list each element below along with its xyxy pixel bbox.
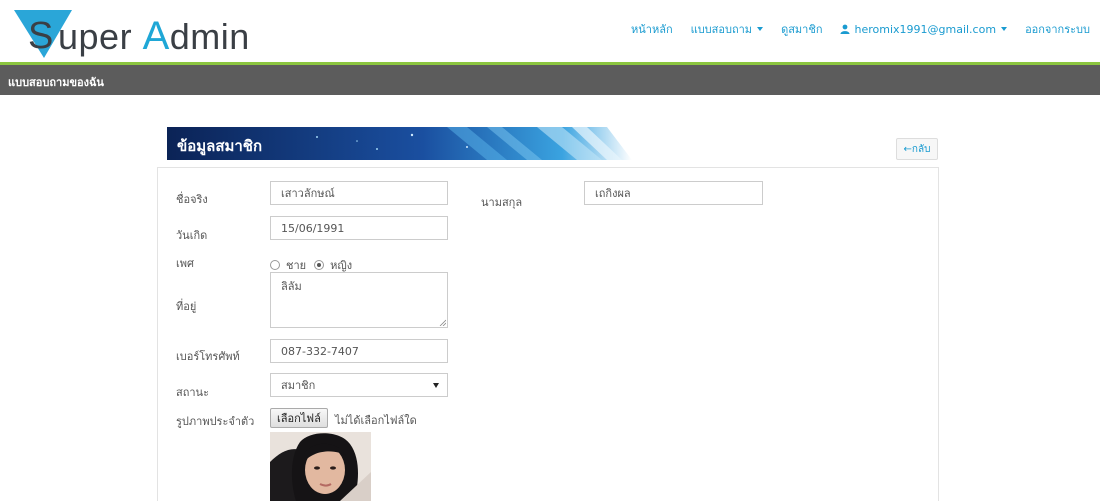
- nav-user-dropdown[interactable]: heromix1991@gmail.com: [840, 22, 1008, 36]
- birthday-label: วันเกิด: [176, 229, 208, 242]
- first-name-label: ชื่อจริง: [176, 193, 208, 206]
- gender-male-radio[interactable]: [270, 260, 280, 270]
- user-icon: [840, 24, 850, 34]
- logo[interactable]: S uper Admin: [14, 8, 249, 60]
- nav-home[interactable]: หน้าหลัก: [631, 20, 673, 38]
- phone-label: เบอร์โทรศัพท์: [176, 350, 240, 363]
- logo-letter-s: S: [28, 15, 54, 57]
- photo-label: รูปภาพประจำตัว: [176, 415, 255, 428]
- address-value: ลิลัม: [281, 280, 302, 293]
- birthday-input[interactable]: 15/06/1991: [270, 216, 448, 240]
- logo-text: uper Admin: [58, 14, 250, 58]
- nav-user-email: heromix1991@gmail.com: [854, 22, 997, 36]
- status-selected-value: สมาชิก: [281, 379, 316, 392]
- address-textarea[interactable]: ลิลัม: [270, 272, 448, 328]
- phone-input[interactable]: 087-332-7407: [270, 339, 448, 363]
- status-select[interactable]: สมาชิก: [270, 373, 448, 397]
- status-label: สถานะ: [176, 386, 209, 399]
- resize-handle-icon[interactable]: [439, 319, 446, 326]
- last-name-input[interactable]: เถกิงผล: [584, 181, 763, 205]
- profile-photo-image: [270, 432, 371, 501]
- caret-down-icon: [1001, 27, 1008, 31]
- nav-survey-dropdown[interactable]: แบบสอบถาม: [690, 20, 764, 38]
- address-label: ที่อยู่: [176, 300, 197, 313]
- gender-female-radio[interactable]: [314, 260, 325, 270]
- file-status-text: ไม่ได้เลือกไฟล์ใด: [335, 414, 417, 427]
- last-name-label: นามสกุล: [481, 196, 523, 209]
- profile-photo: [270, 432, 371, 501]
- first-name-input[interactable]: เสาวลักษณ์: [270, 181, 448, 205]
- nav-survey-label: แบบสอบถาม: [690, 23, 753, 36]
- choose-file-button[interactable]: เลือกไฟล์: [270, 408, 328, 428]
- top-nav: หน้าหลัก แบบสอบถาม ดูสมาชิก heromix1991@…: [613, 20, 1090, 38]
- nav-members[interactable]: ดูสมาชิก: [781, 20, 822, 38]
- page-subbar: แบบสอบถามของฉัน: [0, 65, 1100, 95]
- nav-logout[interactable]: ออกจากระบบ: [1025, 20, 1090, 38]
- gender-label: เพศ: [176, 257, 194, 270]
- caret-down-icon: [757, 27, 764, 31]
- select-arrow-icon: [433, 383, 439, 388]
- top-header: S uper Admin หน้าหลัก แบบสอบถาม ดูสมาชิก…: [0, 0, 1100, 62]
- panel-heading-banner: ข้อมูลสมาชิก: [167, 127, 632, 160]
- panel-heading: ข้อมูลสมาชิก: [177, 137, 263, 155]
- back-button[interactable]: ←กลับ: [896, 138, 938, 160]
- page-title: แบบสอบถามของฉัน: [8, 76, 104, 89]
